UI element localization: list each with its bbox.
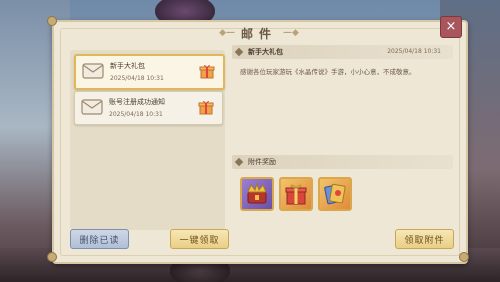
claim-attachment-button[interactable]: 领取附件 (395, 229, 454, 249)
panel-title-bar: ◆— 邮件 —◆ (204, 25, 314, 41)
attachment-slot[interactable] (279, 177, 313, 211)
gift-icon (198, 100, 214, 115)
close-button[interactable]: × (440, 16, 462, 38)
delete-read-button[interactable]: 删除已读 (70, 229, 129, 249)
crown-chest-icon (247, 182, 267, 204)
attachments-header: 附件奖励 (232, 155, 453, 169)
mail-item-date: 2025/04/18 10:31 (109, 111, 163, 118)
envelope-icon (81, 99, 103, 115)
corner-ornament-icon (47, 16, 57, 26)
corner-ornament-icon (459, 252, 469, 262)
gift-icon (199, 64, 215, 79)
mail-item-date: 2025/04/18 10:31 (110, 75, 164, 82)
close-icon: × (445, 19, 457, 34)
bullet-icon (234, 47, 244, 57)
mail-detail-title: 新手大礼包 (248, 48, 283, 56)
title-ornament-right-icon: —◆ (283, 28, 299, 38)
title-ornament-left-icon: ◆— (219, 28, 235, 38)
envelope-icon (82, 63, 104, 79)
page-title: 邮件 (240, 26, 277, 41)
mail-detail: 新手大礼包 2025/04/18 10:31 感谢各位玩家游玩《水晶传说》手游，… (232, 45, 453, 225)
mail-list: 新手大礼包 2025/04/18 10:31 账号注册成功通知 2025/04/… (70, 50, 225, 230)
mail-list-item[interactable]: 账号注册成功通知 2025/04/18 10:31 (74, 91, 223, 125)
attachments-title: 附件奖励 (248, 158, 276, 166)
card-pack-icon (324, 183, 346, 205)
corner-ornament-icon (47, 252, 57, 262)
mail-list-item-selected[interactable]: 新手大礼包 2025/04/18 10:31 (74, 54, 225, 90)
claim-all-button[interactable]: 一键领取 (170, 229, 229, 249)
mail-item-title: 新手大礼包 (110, 62, 145, 70)
attachment-slot[interactable] (240, 177, 274, 211)
mail-detail-date: 2025/04/18 10:31 (387, 48, 441, 55)
mail-detail-body: 感谢各位玩家游玩《水晶传说》手游，小小心意，不成敬意。 (240, 68, 416, 76)
gift-box-icon (285, 184, 307, 205)
bullet-icon (234, 157, 244, 167)
attachment-slot[interactable] (318, 177, 352, 211)
mail-item-title: 账号注册成功通知 (109, 98, 165, 106)
mail-detail-header: 新手大礼包 2025/04/18 10:31 (232, 45, 453, 59)
